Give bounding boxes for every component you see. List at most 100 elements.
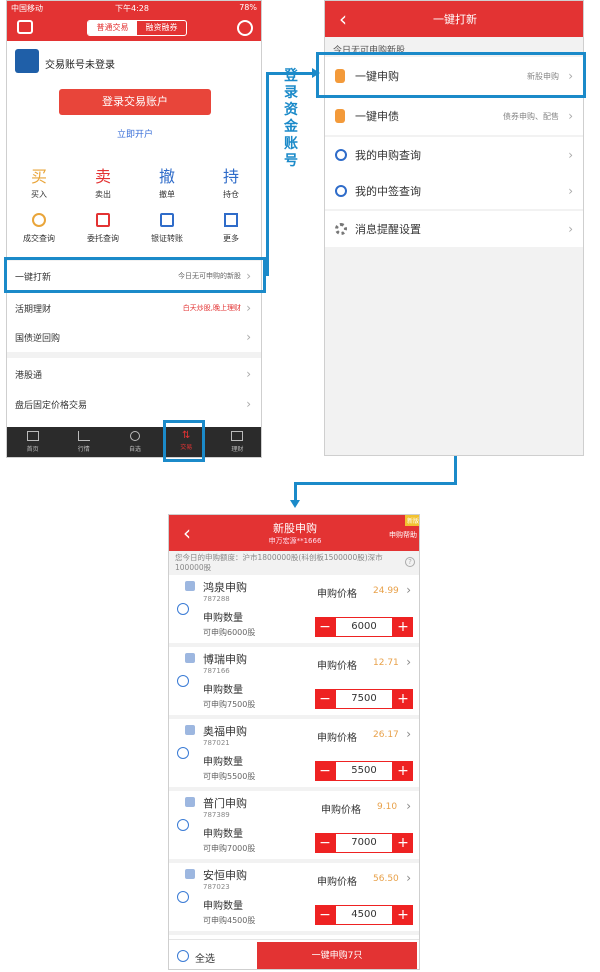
quantity-field[interactable]: 4500 [335, 905, 393, 925]
trade-type-tabs: 普通交易 融资融券 [87, 20, 187, 36]
plus-button[interactable]: + [393, 905, 413, 925]
chevron-right-icon: › [246, 330, 251, 344]
message-icon[interactable] [17, 20, 33, 34]
deal-query-tool[interactable]: 成交查询 [7, 213, 71, 253]
menu-item-after-hours[interactable]: 盘后固定价格交易 › [7, 390, 261, 418]
menu-item-one-click-bond[interactable]: 一键申债 债券申购、配售 › [325, 97, 583, 135]
quantity-field[interactable]: 7500 [335, 689, 393, 709]
quantity-stepper: − 7500 + [315, 689, 413, 709]
my-subscriptions-label: 我的申购查询 [355, 149, 421, 162]
carrier: 中国移动 [11, 4, 43, 13]
check-circle-icon[interactable] [177, 675, 189, 687]
chevron-right-icon[interactable]: › [406, 871, 411, 885]
login-trade-account-button[interactable]: 登录交易账户 [59, 89, 211, 115]
new-version-badge: 新版 [404, 515, 419, 526]
menu-item-reverse-repo[interactable]: 国债逆回购 › [7, 323, 261, 351]
quantity-stepper: − 7000 + [315, 833, 413, 853]
nav-wealth[interactable]: 理财 [212, 427, 261, 457]
menu-item-wealth-label: 活期理财 [15, 304, 52, 315]
plus-button[interactable]: + [393, 761, 413, 781]
select-all-check-icon[interactable] [177, 950, 189, 962]
menu-item-wealth-note: 白天炒股,晚上理财 [182, 304, 241, 312]
nav-watchlist[interactable]: 自选 [109, 427, 160, 457]
menu-item-hk-connect[interactable]: 港股通 › [7, 360, 261, 388]
tab-margin-trade[interactable]: 融资融券 [137, 21, 186, 35]
menu-item-my-winnings[interactable]: 我的中签查询 › [325, 173, 583, 209]
stock-name: 安恒申购 [203, 869, 247, 882]
service-icon[interactable] [237, 20, 253, 36]
divider [7, 352, 261, 358]
subscription-help-link[interactable]: 申购帮助 [389, 530, 417, 540]
gear-icon [335, 223, 347, 235]
stock-price: 56.50 [373, 874, 399, 884]
battery: 78% [239, 3, 257, 12]
bank-transfer-tool[interactable]: 银证转账 [135, 213, 199, 253]
chevron-right-icon[interactable]: › [406, 727, 411, 741]
buy-action[interactable]: 买 买入 [7, 163, 71, 207]
price-label: 申购价格 [317, 589, 357, 600]
nav-home[interactable]: 首页 [7, 427, 58, 457]
status-bar: 中国移动 下午4:28 78% [7, 1, 261, 15]
minus-button[interactable]: − [315, 617, 335, 637]
ipo-menu-title: 一键打新 [433, 13, 477, 26]
quantity-field[interactable]: 6000 [335, 617, 393, 637]
plus-button[interactable]: + [393, 617, 413, 637]
more-label: 更多 [223, 234, 239, 243]
plus-button[interactable]: + [393, 833, 413, 853]
qty-label: 申购数量 [203, 685, 243, 696]
info-icon[interactable]: ? [405, 557, 415, 567]
quota-text: 您今日的申购额度：沪市1800000股(科创板1500000股)深市100000… [175, 553, 383, 572]
quantity-field[interactable]: 7000 [335, 833, 393, 853]
plus-button[interactable]: + [393, 689, 413, 709]
chevron-right-icon[interactable]: › [406, 799, 411, 813]
available-qty: 可申购7500股 [203, 700, 256, 709]
stock-price: 26.17 [373, 730, 399, 740]
tab-normal-trade[interactable]: 普通交易 [88, 21, 137, 35]
nav-market[interactable]: 行情 [58, 427, 109, 457]
check-circle-icon[interactable] [177, 747, 189, 759]
qty-label: 申购数量 [203, 757, 243, 768]
bank-transfer-label: 银证转账 [151, 234, 183, 243]
notification-settings-label: 消息提醒设置 [355, 223, 421, 236]
nav-home-label: 首页 [26, 446, 39, 453]
stock-type-icon [185, 581, 195, 591]
check-circle-icon[interactable] [177, 603, 189, 615]
stock-type-icon [185, 869, 195, 879]
highlight-ipo-row [4, 257, 266, 293]
more-tool[interactable]: 更多 [199, 213, 261, 253]
stock-type-icon [185, 725, 195, 735]
quantity-stepper: − 4500 + [315, 905, 413, 925]
position-action[interactable]: 持 持仓 [199, 163, 261, 207]
menu-item-wealth[interactable]: 活期理财 白天炒股,晚上理财 › [7, 295, 261, 321]
highlight-trade-tab [163, 420, 205, 462]
minus-button[interactable]: − [315, 689, 335, 709]
select-all-label[interactable]: 全选 [195, 950, 215, 965]
sell-action[interactable]: 卖 卖出 [71, 163, 135, 207]
one-click-subscribe-button[interactable]: 一键申购7只 [257, 942, 417, 969]
stock-row: 普门申购 787389 申购价格 9.10 › 申购数量 可申购7000股 − … [169, 793, 419, 863]
chevron-right-icon[interactable]: › [406, 655, 411, 669]
stock-row: 博瑞申购 787166 申购价格 12.71 › 申购数量 可申购7500股 −… [169, 649, 419, 719]
stock-code: 787166 [203, 667, 230, 675]
minus-button[interactable]: − [315, 833, 335, 853]
check-circle-icon[interactable] [177, 891, 189, 903]
quantity-stepper: − 6000 + [315, 617, 413, 637]
stock-row: 奥福申购 787021 申购价格 26.17 › 申购数量 可申购5500股 −… [169, 721, 419, 791]
check-circle-icon[interactable] [177, 819, 189, 831]
price-label: 申购价格 [317, 661, 357, 672]
chart-icon [77, 431, 90, 441]
menu-item-after-hours-label: 盘后固定价格交易 [15, 400, 88, 411]
minus-button[interactable]: − [315, 905, 335, 925]
open-account-link[interactable]: 立即开户 [7, 127, 261, 140]
menu-item-my-subscriptions[interactable]: 我的申购查询 › [325, 137, 583, 173]
chevron-right-icon: › [568, 184, 573, 198]
login-annotation: 登录资金账号 [284, 68, 298, 169]
minus-button[interactable]: − [315, 761, 335, 781]
chevron-right-icon[interactable]: › [406, 583, 411, 597]
order-query-tool[interactable]: 委托查询 [71, 213, 135, 253]
quantity-field[interactable]: 5500 [335, 761, 393, 781]
account-status: 交易账号未登录 [45, 60, 115, 71]
menu-item-notification-settings[interactable]: 消息提醒设置 › [325, 211, 583, 247]
cancel-order-action[interactable]: 撤 撤单 [135, 163, 199, 207]
connector-down [454, 456, 457, 484]
